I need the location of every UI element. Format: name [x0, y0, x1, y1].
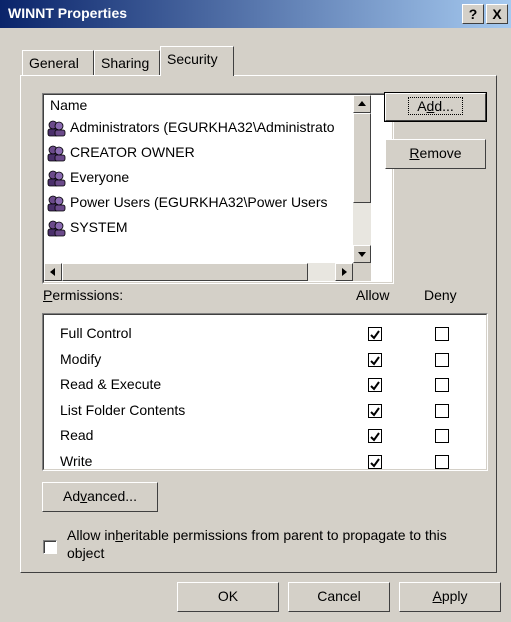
inherit-label-suffix: eritable permissions from parent to prop… — [123, 527, 447, 543]
user-group-icon — [46, 169, 66, 187]
tab-general-label: General — [29, 55, 79, 71]
deny-column-header: Deny — [424, 287, 457, 303]
tab-security-label: Security — [167, 51, 218, 67]
deny-checkbox[interactable] — [435, 352, 449, 367]
tab-security[interactable]: Security — [160, 46, 234, 76]
list-item[interactable]: SYSTEM — [46, 215, 128, 239]
window-title: WINNT Properties — [8, 5, 128, 21]
check-icon — [370, 355, 380, 366]
check-icon — [370, 457, 380, 468]
tab-sharing-label: Sharing — [101, 55, 150, 71]
scroll-down-button[interactable] — [353, 245, 371, 263]
permissions-label-suffix: ermissions: — [52, 287, 124, 303]
permission-name: List Folder Contents — [60, 401, 186, 418]
scroll-left-button[interactable] — [44, 263, 62, 281]
add-label-prefix: A — [417, 98, 427, 114]
scrollbar-corner — [353, 263, 371, 281]
user-group-icon — [46, 194, 66, 212]
permission-name: Read & Execute — [60, 376, 162, 392]
allow-checkbox[interactable] — [368, 403, 382, 418]
ok-label: OK — [217, 588, 239, 604]
properties-window: WINNT Properties ? X General Sharing Sec… — [0, 0, 511, 622]
help-icon: ? — [468, 6, 478, 22]
user-group-icon — [46, 144, 66, 162]
help-button[interactable]: ? — [462, 4, 484, 24]
apply-label-suffix: pply — [441, 588, 468, 604]
list-item-label: Everyone — [70, 169, 130, 185]
horizontal-scrollbar[interactable] — [44, 263, 353, 281]
title-bar[interactable]: WINNT Properties ? X — [0, 0, 511, 28]
list-item[interactable]: Administrators (EGURKHA32\Administrato — [46, 115, 335, 139]
remove-label-mnemonic: R — [409, 145, 420, 161]
vertical-scroll-thumb[interactable] — [353, 113, 371, 203]
cancel-label: Cancel — [317, 588, 361, 604]
check-icon — [370, 432, 380, 442]
security-panel: Name Administrators (EGURKHA32\Administr… — [20, 75, 497, 573]
list-item-label: Administrators (EGURKHA32\Administrato — [70, 119, 335, 135]
advanced-button[interactable]: Advanced... — [42, 482, 158, 512]
user-group-icon — [46, 119, 66, 137]
scroll-right-button[interactable] — [335, 263, 353, 281]
advanced-label-prefix: Ad — [63, 488, 81, 504]
close-button[interactable]: X — [486, 4, 508, 24]
tab-general[interactable]: General — [22, 50, 94, 76]
allow-checkbox[interactable] — [368, 352, 382, 367]
deny-checkbox[interactable] — [435, 327, 449, 341]
remove-label-suffix: emove — [419, 145, 462, 161]
permissions-label-mnemonic: P — [43, 287, 53, 303]
check-icon — [370, 330, 380, 340]
add-button[interactable]: Add... — [384, 92, 487, 122]
ok-button[interactable]: OK — [177, 582, 279, 612]
list-item-label: CREATOR OWNER — [70, 144, 195, 160]
list-item[interactable]: Power Users (EGURKHA32\Power Users — [46, 190, 328, 214]
deny-checkbox[interactable] — [435, 403, 449, 418]
inherit-label-mnemonic: h — [115, 527, 124, 543]
permission-name: Write — [60, 452, 93, 469]
scroll-left-icon — [50, 268, 55, 276]
apply-button[interactable]: Apply — [399, 582, 501, 612]
inherit-label-prefix: Allow in — [67, 527, 116, 543]
deny-checkbox[interactable] — [435, 454, 449, 469]
deny-checkbox[interactable] — [435, 378, 449, 392]
deny-checkbox[interactable] — [435, 429, 449, 443]
advanced-label-suffix: anced... — [87, 488, 137, 504]
scroll-up-button[interactable] — [353, 95, 371, 113]
list-item[interactable]: Everyone — [46, 165, 129, 189]
allow-checkbox[interactable] — [368, 378, 382, 392]
vertical-scrollbar[interactable] — [353, 95, 371, 263]
tab-sharing[interactable]: Sharing — [94, 50, 160, 76]
allow-checkbox[interactable] — [368, 454, 382, 469]
scroll-down-icon — [358, 252, 366, 257]
close-icon: X — [492, 6, 502, 22]
permission-name: Read — [60, 427, 94, 443]
scroll-right-icon — [342, 268, 347, 276]
inherit-label-line2: object — [67, 545, 105, 561]
name-column-header: Name — [50, 97, 88, 113]
list-item[interactable]: CREATOR OWNER — [46, 140, 195, 164]
remove-button[interactable]: Remove — [385, 139, 486, 169]
scroll-up-icon — [358, 101, 366, 106]
check-icon — [370, 406, 380, 417]
check-icon — [370, 381, 380, 391]
cancel-button[interactable]: Cancel — [288, 582, 390, 612]
permission-name: Full Control — [60, 325, 132, 341]
list-item-label: SYSTEM — [70, 219, 128, 235]
user-group-icon — [46, 219, 66, 237]
permissions-label: Permissions: — [43, 287, 123, 303]
inherit-checkbox[interactable] — [43, 540, 57, 554]
permissions-list: Full Control Modify Read & Execute List Fol… — [42, 313, 488, 471]
list-item-label: Power Users (EGURKHA32\Power Users — [70, 194, 328, 210]
add-label-suffix: d... — [434, 98, 454, 114]
allow-checkbox[interactable] — [368, 327, 382, 341]
horizontal-scroll-thumb[interactable] — [62, 263, 308, 281]
permission-name: Modify — [60, 350, 102, 367]
names-list-items: Administrators (EGURKHA32\Administrato CR… — [46, 115, 352, 253]
allow-column-header: Allow — [356, 287, 390, 303]
allow-checkbox[interactable] — [368, 429, 382, 443]
apply-label-mnemonic: A — [432, 588, 442, 604]
inherit-label[interactable]: Allow inheritable permissions from paren… — [67, 526, 487, 562]
names-listbox[interactable]: Name Administrators (EGURKHA32\Administr… — [42, 93, 394, 284]
